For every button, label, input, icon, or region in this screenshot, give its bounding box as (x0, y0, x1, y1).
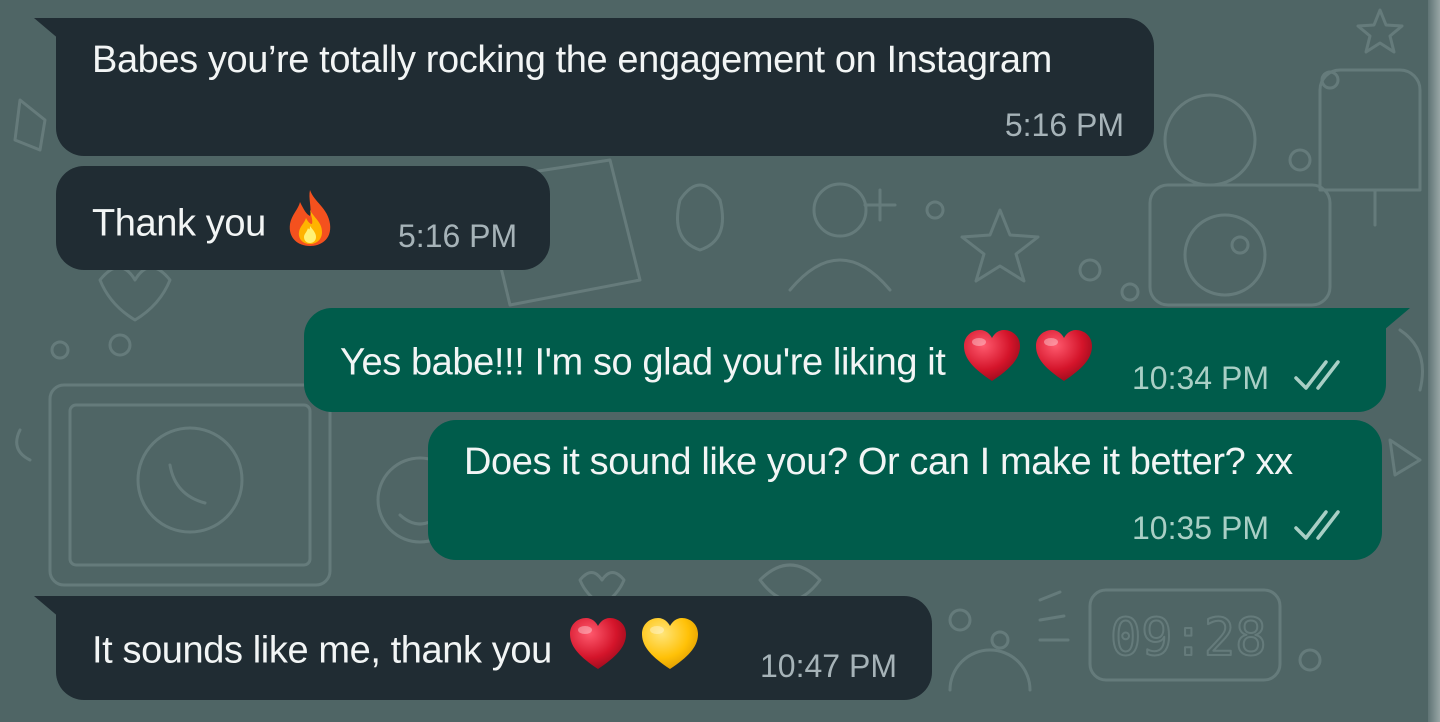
message-timestamp: 5:16 PM (1004, 107, 1124, 143)
bubble-tail (1384, 308, 1410, 330)
message-text: Thank you (92, 190, 336, 261)
read-double-check-icon (1294, 360, 1340, 390)
message-bubble-outgoing[interactable]: Does it sound like you? Or can I make it… (428, 420, 1382, 560)
message-text: Does it sound like you? Or can I make it… (464, 441, 1293, 483)
message-text-content: Yes babe!!! I'm so glad you're liking it (340, 341, 946, 384)
fire-icon (284, 188, 336, 259)
message-timestamp: 5:16 PM (398, 218, 518, 254)
window-edge (1428, 0, 1440, 722)
read-double-check-icon (1294, 510, 1340, 540)
svg-text:09:28: 09:28 (1110, 608, 1267, 668)
message-timestamp: 10:35 PM (1132, 510, 1269, 546)
message-text: Babes you’re totally rocking the engagem… (92, 39, 1052, 81)
message-timestamp: 10:34 PM (1132, 360, 1269, 396)
yellow-heart-icon (640, 617, 700, 682)
message-bubble-incoming[interactable]: Thank you 5:16 PM (56, 166, 550, 270)
red-heart-icon (962, 329, 1022, 394)
message-text: It sounds like me, thank you (92, 617, 700, 685)
message-bubble-incoming[interactable]: It sounds like me, thank you 10:47 PM (56, 596, 932, 700)
red-heart-icon (1034, 329, 1094, 394)
message-timestamp: 10:47 PM (760, 648, 897, 684)
message-text-content: Thank you (92, 202, 266, 245)
message-text-content: It sounds like me, thank you (92, 629, 552, 672)
message-bubble-outgoing[interactable]: Yes babe!!! I'm so glad you're liking it… (304, 308, 1386, 412)
message-bubble-incoming[interactable]: Babes you’re totally rocking the engagem… (56, 18, 1154, 156)
red-heart-icon (568, 617, 628, 682)
message-text: Yes babe!!! I'm so glad you're liking it (340, 329, 1094, 397)
